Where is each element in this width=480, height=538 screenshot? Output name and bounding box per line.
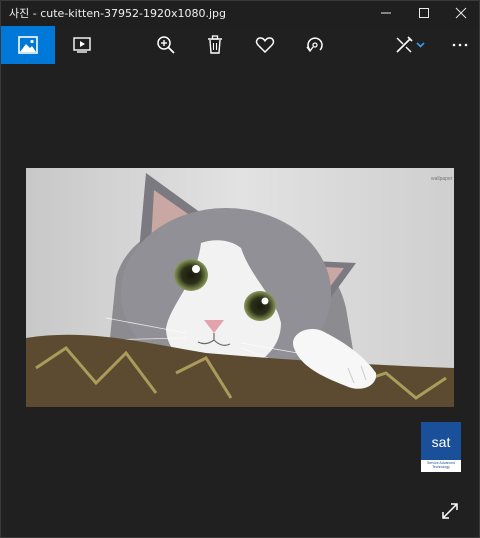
- sat-logo-subtext: Service Advanced Technology: [426, 461, 456, 469]
- close-icon: [455, 7, 467, 19]
- minimize-button[interactable]: [367, 0, 405, 26]
- full-screen-button[interactable]: [440, 501, 460, 521]
- kitten-photo: wallpaper: [26, 168, 454, 407]
- favorite-button[interactable]: [243, 26, 287, 64]
- more-options-button[interactable]: [438, 26, 480, 64]
- sat-logo: sat Service Advanced Technology: [421, 422, 461, 472]
- more-options-icon: [452, 43, 468, 47]
- close-button[interactable]: [442, 0, 480, 26]
- toolbar: [0, 26, 480, 64]
- maximize-button[interactable]: [405, 0, 443, 26]
- photo-image: wallpaper: [26, 168, 454, 407]
- slideshow-icon: [73, 37, 91, 53]
- edit-create-icon: [396, 36, 425, 53]
- rotate-button[interactable]: [293, 26, 337, 64]
- zoom-button[interactable]: [144, 26, 188, 64]
- view-photos-button[interactable]: [0, 26, 55, 64]
- maximize-icon: [419, 8, 429, 18]
- expand-icon: [442, 503, 458, 519]
- favorite-icon: [255, 37, 275, 54]
- delete-icon: [208, 35, 222, 54]
- sat-logo-text: sat: [431, 434, 451, 450]
- window-title: 사진 - cute-kitten-37952-1920x1080.jpg: [9, 7, 227, 20]
- delete-button[interactable]: [193, 26, 237, 64]
- minimize-icon: [381, 12, 391, 14]
- zoom-icon: [157, 36, 175, 54]
- view-photos-icon: [17, 36, 38, 54]
- edit-create-button[interactable]: [386, 26, 436, 64]
- slideshow-button[interactable]: [60, 26, 104, 64]
- svg-text:wallpaper: wallpaper: [431, 176, 453, 182]
- rotate-icon: [306, 37, 323, 53]
